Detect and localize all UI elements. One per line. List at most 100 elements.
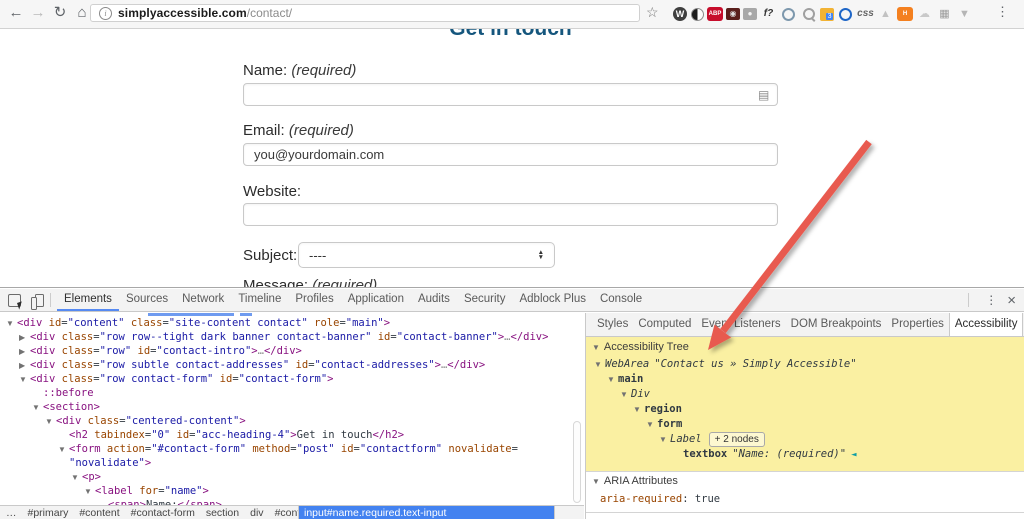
home-icon[interactable]: ⌂: [72, 2, 92, 24]
breadcrumb-item[interactable]: #contact-form: [131, 507, 195, 519]
disclosure-open-icon[interactable]: ▼: [620, 387, 631, 402]
accessibility-tree-row[interactable]: ▼ WebArea "Contact us » Simply Accessible": [586, 357, 1024, 372]
dom-tree-row[interactable]: ▶ <div class="row" id="contact-intro">…</…: [0, 344, 584, 358]
tab-security[interactable]: Security: [457, 289, 513, 311]
breadcrumb-item[interactable]: …: [6, 507, 17, 519]
bookmark-star-icon[interactable]: ☆: [646, 4, 659, 21]
disclosure-closed-icon[interactable]: ▶: [19, 359, 30, 372]
accessibility-tree-row[interactable]: ▼ Label + 2 nodes: [586, 432, 1024, 447]
reload-icon[interactable]: ↻: [50, 2, 70, 24]
adblock-plus-icon[interactable]: ABP: [707, 7, 723, 21]
dom-tree-row[interactable]: ▼ <form action="#contact-form" method="po…: [0, 442, 584, 456]
web-developer-icon[interactable]: [837, 6, 854, 23]
sidebar-tab-properties[interactable]: Properties: [886, 313, 948, 336]
page-info-icon[interactable]: i: [99, 6, 112, 20]
disclosure-open-icon[interactable]: ▼: [6, 317, 17, 330]
dom-tree-row[interactable]: <span>Name:</span>: [0, 498, 584, 505]
sidebar-tab-accessibility[interactable]: Accessibility: [948, 313, 1024, 336]
ax-nodes-badge[interactable]: + 2 nodes: [708, 432, 765, 447]
cloud-icon[interactable]: ☁: [916, 6, 933, 23]
devtools-menu-icon[interactable]: ⋮: [985, 293, 997, 307]
dom-tree-row[interactable]: ▶ <div class="row subtle contact-addresse…: [0, 358, 584, 372]
tab-application[interactable]: Application: [341, 289, 411, 311]
function-icon[interactable]: f?: [760, 6, 777, 23]
email-input[interactable]: [243, 143, 778, 166]
browser-menu-icon[interactable]: ⋮: [996, 4, 1009, 20]
tab-console[interactable]: Console: [593, 289, 649, 311]
tab-profiles[interactable]: Profiles: [288, 289, 340, 311]
accessibility-tree-section[interactable]: ▼ Accessibility Tree: [592, 341, 689, 353]
inspect-element-icon[interactable]: [8, 293, 21, 307]
dom-tree-row[interactable]: ▼ <label for="name">: [0, 484, 584, 498]
css-icon[interactable]: css: [857, 6, 874, 23]
website-input[interactable]: [243, 203, 778, 226]
dom-tree-row[interactable]: ::before: [0, 386, 584, 400]
disclosure-open-icon[interactable]: ▼: [45, 415, 56, 428]
breadcrumb-item[interactable]: section: [206, 507, 239, 519]
qr-icon[interactable]: ▦: [936, 6, 953, 23]
subject-select[interactable]: ---- ▲ ▼: [298, 242, 555, 268]
dom-tree-row[interactable]: ▶ <div class="row row--tight dark banner …: [0, 330, 584, 344]
disclosure-open-icon[interactable]: ▼: [32, 401, 43, 414]
elements-scrollbar[interactable]: [573, 421, 581, 503]
disclosure-open-icon[interactable]: ▼: [607, 372, 618, 387]
back-icon[interactable]: ←: [6, 2, 26, 24]
dom-breadcrumbs: … #primary #content #contact-form section div…: [0, 505, 584, 519]
forward-icon[interactable]: →: [28, 2, 48, 24]
disclosure-open-icon[interactable]: ▼: [58, 443, 69, 456]
screen-recorder-icon[interactable]: ◉: [726, 8, 740, 20]
dom-tree-row[interactable]: ▼ <section>: [0, 400, 584, 414]
triangle-icon[interactable]: ▲: [877, 6, 894, 23]
disclosure-open-icon[interactable]: ▼: [19, 373, 30, 386]
dom-tree-row[interactable]: ▼ <div class="row contact-form" id="conta…: [0, 372, 584, 386]
tab-timeline[interactable]: Timeline: [231, 289, 288, 311]
breadcrumb-item[interactable]: #content: [79, 507, 119, 519]
tab-sources[interactable]: Sources: [119, 289, 175, 311]
sidebar-tab-event-listeners[interactable]: Event Listeners: [696, 313, 785, 336]
chevron-icon[interactable]: ▼: [956, 6, 973, 23]
dom-tree-row[interactable]: ▼ <div class="centered-content">: [0, 414, 584, 428]
camera-icon[interactable]: ●: [743, 8, 757, 20]
disclosure-open-icon[interactable]: ▼: [594, 357, 605, 372]
contrast-icon[interactable]: [691, 7, 704, 21]
h-docs-icon[interactable]: H: [897, 7, 913, 21]
disclosure-open-icon[interactable]: ▼: [646, 417, 657, 432]
breadcrumb-item[interactable]: #primary: [28, 507, 69, 519]
disclosure-open-icon[interactable]: ▼: [633, 402, 644, 417]
tab-audits[interactable]: Audits: [411, 289, 457, 311]
sidebar-tab-styles[interactable]: Styles: [592, 313, 633, 336]
breadcrumb-item[interactable]: input#name.required.text-input: [298, 506, 555, 519]
tab-network[interactable]: Network: [175, 289, 231, 311]
name-input[interactable]: [243, 83, 778, 106]
breadcrumb-item[interactable]: div: [250, 507, 263, 519]
dom-tree-row[interactable]: <h2 tabindex="0" id="acc-heading-4">Get …: [0, 428, 584, 442]
dom-tree-row[interactable]: ▼ <div id="content" class="site-content c…: [0, 316, 584, 330]
wordpress-icon[interactable]: W: [673, 7, 687, 21]
disclosure-open-icon[interactable]: ▼: [659, 432, 670, 447]
accessibility-tree-row[interactable]: ▼ Div: [586, 387, 1024, 402]
accessibility-tree-row[interactable]: ▼ main: [586, 372, 1024, 387]
dom-tree-row[interactable]: ▼ <p>: [0, 470, 584, 484]
aria-attributes-section[interactable]: ▼ ARIA Attributes: [592, 475, 678, 487]
tab-adblock-plus[interactable]: Adblock Plus: [512, 289, 592, 311]
disclosure-closed-icon[interactable]: ▶: [19, 345, 30, 358]
disclosure-open-icon[interactable]: ▼: [71, 471, 82, 484]
autofill-icon[interactable]: ▤: [758, 88, 769, 102]
disclosure-open-icon: ▼: [592, 477, 600, 486]
gear-icon[interactable]: [780, 6, 797, 23]
calendar-icon[interactable]: 3: [820, 7, 834, 21]
dom-tree-row[interactable]: "novalidate">: [0, 456, 584, 470]
accessibility-tree-row[interactable]: textbox "Name: (required)" ◄: [586, 447, 1024, 463]
tab-elements[interactable]: Elements: [57, 289, 119, 311]
sidebar-tab-computed[interactable]: Computed: [633, 313, 696, 336]
sidebar-tab-dom-breakpoints[interactable]: DOM Breakpoints: [786, 313, 887, 336]
accessibility-tree-row[interactable]: ▼ form: [586, 417, 1024, 432]
magnifier-icon[interactable]: [800, 6, 817, 23]
address-bar[interactable]: i simplyaccessible.com/contact/: [90, 4, 640, 22]
devtools-close-icon[interactable]: ×: [1007, 292, 1016, 309]
accessibility-tree-row[interactable]: ▼ region: [586, 402, 1024, 417]
disclosure-open-icon: ▼: [592, 343, 600, 352]
disclosure-closed-icon[interactable]: ▶: [19, 331, 30, 344]
disclosure-open-icon[interactable]: ▼: [84, 485, 95, 498]
device-toolbar-icon[interactable]: [31, 293, 44, 310]
